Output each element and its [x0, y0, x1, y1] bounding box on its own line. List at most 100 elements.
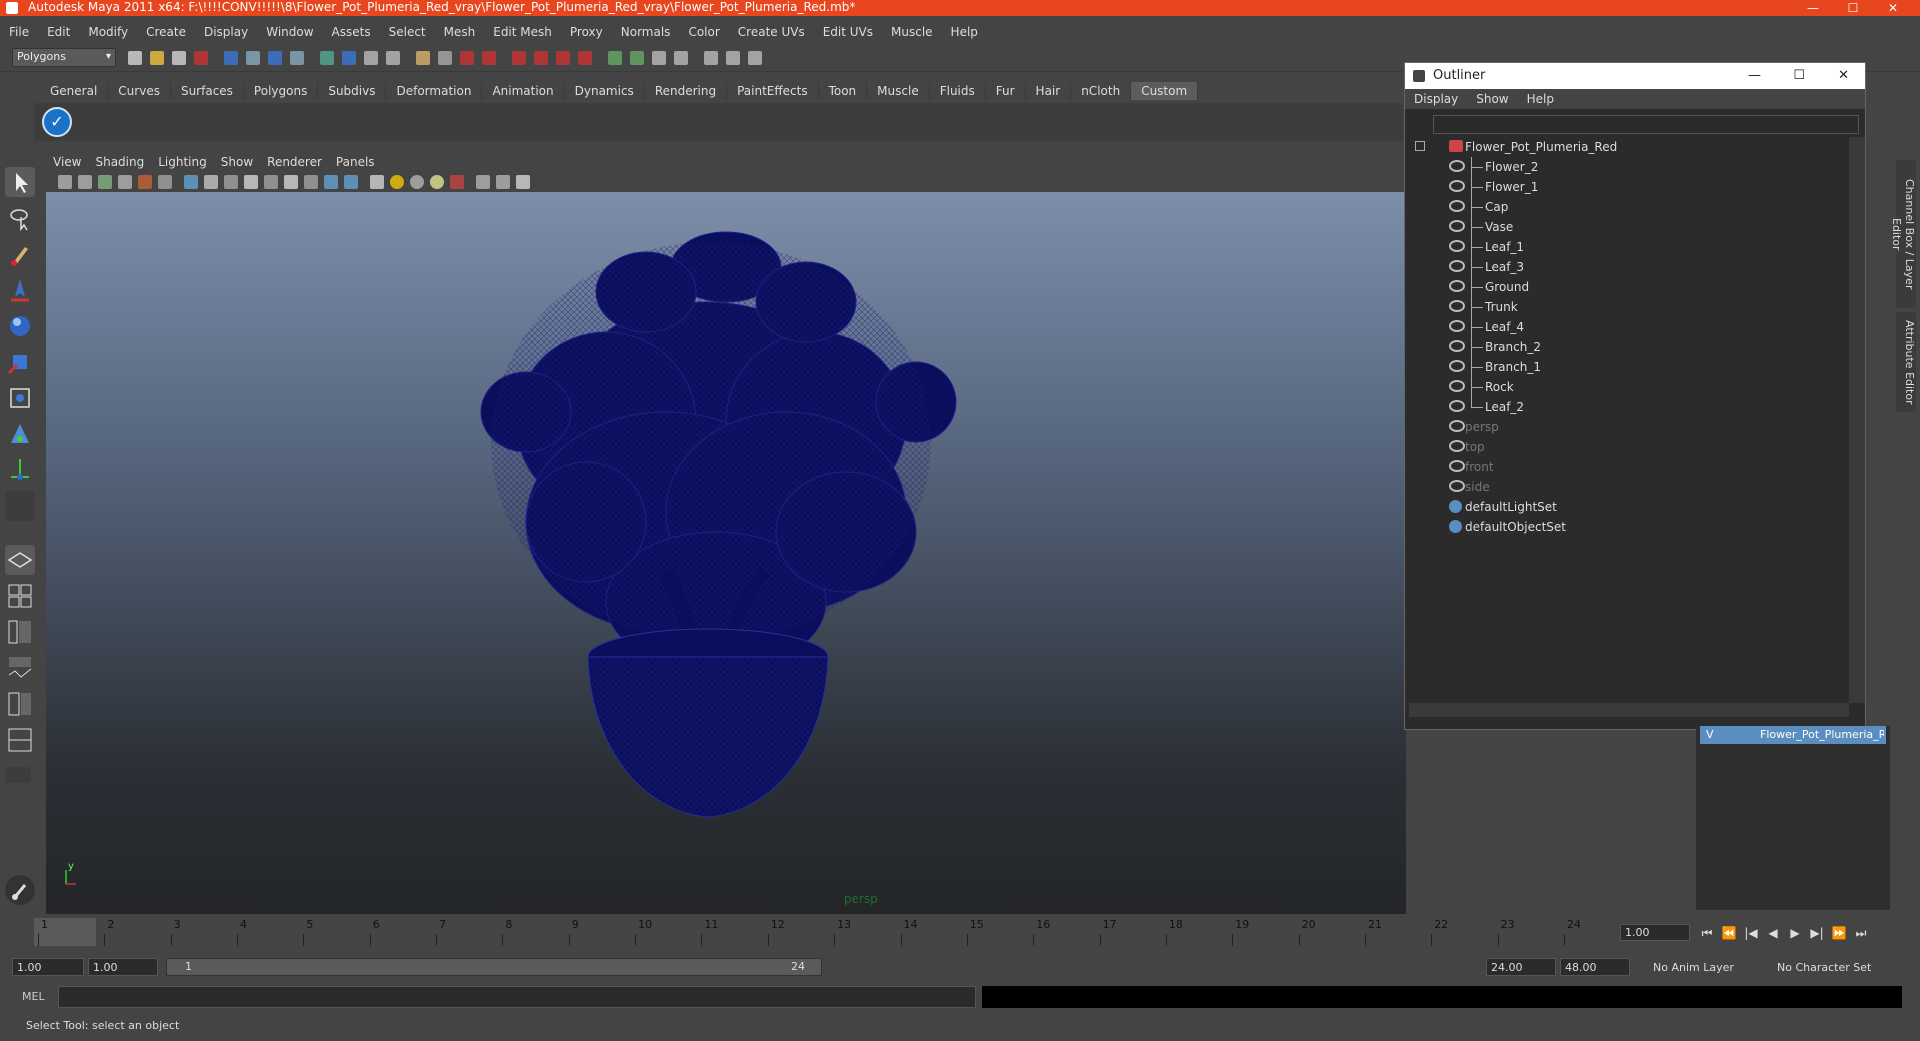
playback-end-field[interactable]: 24.00 — [1486, 958, 1556, 976]
panel-tool-icon[interactable] — [244, 175, 258, 189]
outliner-menu-show[interactable]: Show — [1467, 89, 1517, 109]
shelf-tab-deformation[interactable]: Deformation — [386, 82, 483, 100]
panel-tool-icon[interactable] — [476, 175, 490, 189]
shelf-tab-rendering[interactable]: Rendering — [645, 82, 728, 100]
outliner-filter-input[interactable] — [1433, 115, 1859, 134]
output-list-icon[interactable] — [628, 49, 648, 67]
outliner-item-camera-top[interactable]: top — [1405, 437, 1845, 457]
panel-tool-icon[interactable] — [264, 175, 278, 189]
panel-tool-icon[interactable] — [516, 175, 530, 189]
panel-menu-shading[interactable]: Shading — [88, 152, 151, 172]
snap-grid-icon[interactable] — [266, 49, 286, 67]
panel-menu-renderer[interactable]: Renderer — [260, 152, 329, 172]
new-scene-icon[interactable] — [126, 49, 146, 67]
play-forwards-button[interactable]: ▶ — [1784, 924, 1806, 942]
range-bar[interactable]: 1 24 — [166, 958, 822, 976]
rotate-tool-icon[interactable] — [5, 311, 35, 341]
menu-proxy[interactable]: Proxy — [561, 21, 612, 43]
show-channel-box-icon[interactable] — [650, 49, 670, 67]
snap-together-icon[interactable] — [554, 49, 574, 67]
ipr-render-icon[interactable] — [436, 49, 456, 67]
show-tool-settings-icon[interactable] — [702, 49, 722, 67]
select-by-component-icon[interactable] — [244, 49, 264, 67]
shelf-tab-animation[interactable]: Animation — [482, 82, 565, 100]
menu-create-uvs[interactable]: Create UVs — [729, 21, 814, 43]
panel-tool-icon[interactable] — [184, 175, 198, 189]
panel-menu-show[interactable]: Show — [214, 152, 260, 172]
step-forward-frame-button[interactable]: ▶| — [1806, 924, 1828, 942]
channel-box-tab[interactable]: Channel Box / Layer Editor — [1890, 160, 1916, 308]
snap-view-plane-icon[interactable] — [340, 49, 360, 67]
current-time-field[interactable]: 1.00 — [1620, 924, 1690, 941]
shelf-tab-muscle[interactable]: Muscle — [867, 82, 930, 100]
shelf-tab-surfaces[interactable]: Surfaces — [171, 82, 244, 100]
universal-manipulator-icon[interactable] — [5, 383, 35, 413]
outliner-maximize-button[interactable]: ☐ — [1793, 63, 1805, 89]
panel-tool-icon[interactable] — [224, 175, 238, 189]
outliner-layout-icon[interactable] — [5, 617, 35, 647]
outliner-minimize-button[interactable]: — — [1748, 63, 1761, 89]
close-button[interactable]: ✕ — [1870, 0, 1916, 16]
single-view-layout-icon[interactable] — [5, 545, 35, 575]
anim-layer-dropdown[interactable]: No Anim Layer — [1648, 958, 1758, 976]
panel-tool-icon[interactable] — [410, 175, 424, 189]
shelf-tab-fur[interactable]: Fur — [986, 82, 1026, 100]
shelf-tab-polygons[interactable]: Polygons — [244, 82, 319, 100]
panel-tool-icon[interactable] — [58, 175, 72, 189]
shelf-tab-custom[interactable]: Custom — [1131, 82, 1199, 100]
outliner-close-button[interactable]: ✕ — [1838, 63, 1849, 89]
command-input[interactable] — [58, 986, 976, 1008]
attribute-editor-tab[interactable]: Attribute Editor — [1896, 312, 1916, 412]
panel-tool-icon[interactable] — [284, 175, 298, 189]
outliner-menu-help[interactable]: Help — [1518, 89, 1563, 109]
menu-muscle[interactable]: Muscle — [882, 21, 942, 43]
panel-tool-icon[interactable] — [98, 175, 112, 189]
select-all-icon[interactable] — [510, 49, 530, 67]
show-manipulator-icon[interactable] — [5, 455, 35, 485]
panel-tool-icon[interactable] — [118, 175, 132, 189]
construction-history-icon[interactable] — [576, 49, 596, 67]
menu-file[interactable]: File — [0, 21, 38, 43]
shelf-tab-subdivs[interactable]: Subdivs — [318, 82, 387, 100]
outliner-item-root[interactable]: Flower_Pot_Plumeria_Red — [1405, 137, 1845, 157]
panel-tool-icon[interactable] — [158, 175, 172, 189]
input-list-icon[interactable] — [606, 49, 626, 67]
panel-tool-icon[interactable] — [370, 175, 384, 189]
menu-help[interactable]: Help — [942, 21, 987, 43]
outliner-horizontal-scrollbar[interactable] — [1409, 703, 1849, 717]
panel-tool-icon[interactable] — [430, 175, 444, 189]
select-by-object-icon[interactable] — [222, 49, 242, 67]
show-attribute-icon[interactable] — [672, 49, 692, 67]
character-set-dropdown[interactable]: No Character Set — [1772, 958, 1892, 976]
soft-modification-icon[interactable] — [5, 419, 35, 449]
command-language-label[interactable]: MEL — [22, 990, 45, 1003]
shelf-tab-general[interactable]: General — [40, 82, 109, 100]
panel-menu-lighting[interactable]: Lighting — [151, 152, 214, 172]
step-back-key-button[interactable]: ⏪ — [1718, 924, 1740, 942]
shelf-tab-toon[interactable]: Toon — [819, 82, 868, 100]
save-scene-icon[interactable] — [170, 49, 190, 67]
menu-mesh[interactable]: Mesh — [435, 21, 485, 43]
menu-display[interactable]: Display — [195, 21, 257, 43]
outliner-item-camera-side[interactable]: side — [1405, 477, 1845, 497]
move-tool-icon[interactable] — [5, 275, 35, 305]
menu-create[interactable]: Create — [137, 21, 195, 43]
paint-brush-icon[interactable] — [5, 875, 35, 905]
hypershade-layout-icon[interactable] — [5, 689, 35, 719]
magnet-icon[interactable] — [532, 49, 552, 67]
render-current-icon[interactable] — [414, 49, 434, 67]
play-backwards-button[interactable]: ◀ — [1762, 924, 1784, 942]
shelf-tab-ncloth[interactable]: nCloth — [1071, 82, 1132, 100]
help-icon[interactable] — [724, 49, 744, 67]
four-view-layout-icon[interactable] — [5, 581, 35, 611]
panel-tool-icon[interactable] — [450, 175, 464, 189]
snap-curve-icon[interactable] — [288, 49, 308, 67]
shelf-tab-fluids[interactable]: Fluids — [930, 82, 986, 100]
menu-select[interactable]: Select — [380, 21, 435, 43]
render-settings-icon[interactable] — [458, 49, 478, 67]
lasso-tool-icon[interactable] — [5, 203, 35, 233]
go-to-start-button[interactable]: ⏮ — [1696, 924, 1718, 942]
step-forward-key-button[interactable]: ⏩ — [1828, 924, 1850, 942]
outliner-vertical-scrollbar[interactable] — [1849, 137, 1865, 703]
shelf-tab-curves[interactable]: Curves — [108, 82, 171, 100]
